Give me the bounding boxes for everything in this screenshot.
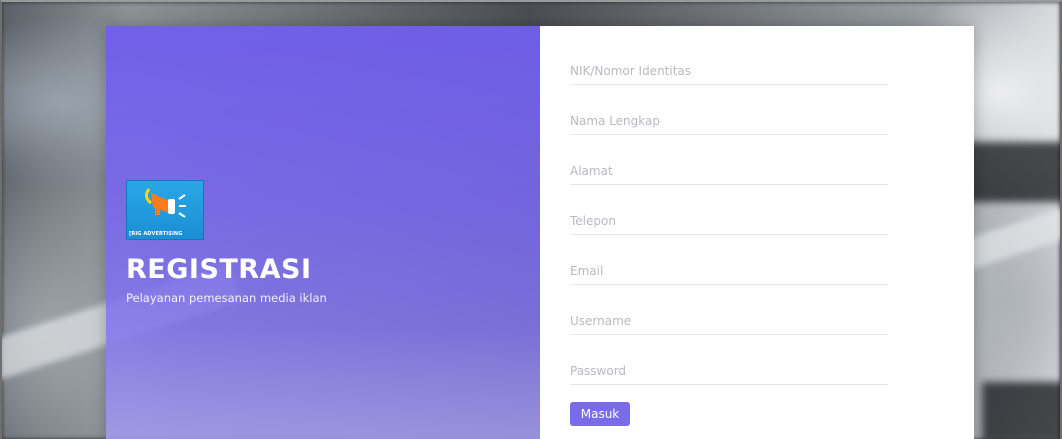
address-field[interactable] xyxy=(570,158,888,185)
page-subtitle: Pelayanan pemesanan media iklan xyxy=(126,291,327,305)
password-field[interactable] xyxy=(570,358,888,385)
background-shadow xyxy=(982,382,1060,439)
page-title: REGISTRASI xyxy=(126,254,312,285)
brand-logo: [RIG ADVERTISING xyxy=(126,180,204,240)
submit-button[interactable]: Masuk xyxy=(570,402,630,426)
browser-viewport: [RIG ADVERTISING REGISTRASI Pelayanan pe… xyxy=(0,0,1062,439)
registration-form: Masuk xyxy=(540,26,974,439)
username-field[interactable] xyxy=(570,308,888,335)
hero-panel: [RIG ADVERTISING REGISTRASI Pelayanan pe… xyxy=(106,26,540,439)
nik-field[interactable] xyxy=(570,58,888,85)
registration-card: [RIG ADVERTISING REGISTRASI Pelayanan pe… xyxy=(106,26,974,439)
hero-panel-overlay xyxy=(106,326,540,439)
phone-field[interactable] xyxy=(570,208,888,235)
brand-logo-text: [RIG ADVERTISING xyxy=(129,231,183,237)
megaphone-icon xyxy=(144,188,186,218)
full-name-field[interactable] xyxy=(570,108,888,135)
email-field[interactable] xyxy=(570,258,888,285)
background-shadow xyxy=(962,142,1060,202)
